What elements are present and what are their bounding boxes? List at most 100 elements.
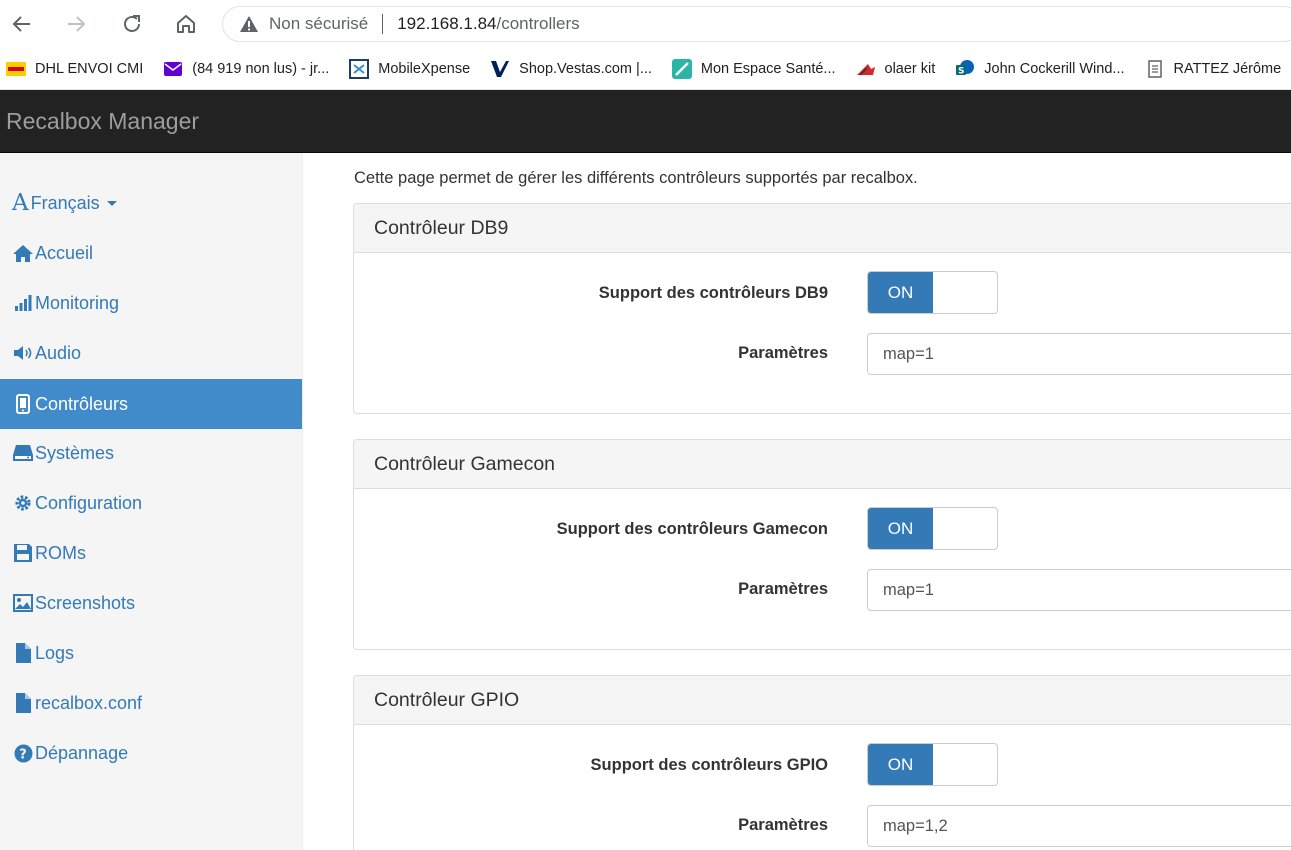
warning-icon <box>239 14 259 34</box>
reload-button[interactable] <box>116 8 148 40</box>
arrow-right-icon <box>68 16 86 32</box>
sidebar-item-systemes[interactable]: Systèmes <box>0 428 302 478</box>
toggle-on-label: ON <box>868 508 933 549</box>
bookmark-label: DHL ENVOI CMI <box>35 60 144 77</box>
arrow-left-icon <box>12 16 30 32</box>
params-label: Paramètres <box>738 816 828 834</box>
sidebar-item-label: Contrôleurs <box>35 393 129 414</box>
bookmark-yahoo-mail[interactable]: (84 919 non lus) - jr... <box>163 59 329 79</box>
sidebar-item-label: Accueil <box>35 242 94 263</box>
volume-icon <box>12 342 34 364</box>
cog-icon <box>12 492 34 514</box>
signal-icon <box>12 292 34 314</box>
brand-link[interactable]: Recalbox Manager <box>6 108 199 135</box>
home-icon <box>12 242 34 264</box>
sidebar-item-controleurs[interactable]: Contrôleurs <box>0 379 302 429</box>
sidebar-item-label: Logs <box>35 642 75 663</box>
sidebar-item-label: ROMs <box>35 542 86 563</box>
db9-support-toggle[interactable]: ON <box>867 271 998 314</box>
caret-down-icon <box>106 200 117 206</box>
document-icon <box>1145 59 1165 79</box>
phone-icon <box>12 393 34 415</box>
panel-gpio: Contrôleur GPIO Support des contrôleurs … <box>353 675 1291 850</box>
health-space-icon <box>671 58 692 79</box>
picture-icon <box>12 592 34 614</box>
panel-gamecon: Contrôleur Gamecon Support des contrôleu… <box>353 439 1291 650</box>
sidebar-item-label: Audio <box>35 342 82 363</box>
db9-params-input[interactable] <box>867 333 1291 375</box>
sidebar-item-screenshots[interactable]: Screenshots <box>0 578 302 628</box>
bookmark-label: Shop.Vestas.com |... <box>519 60 652 77</box>
dhl-icon <box>6 59 26 79</box>
sharepoint-icon: S <box>955 59 975 79</box>
sidebar-item-label: Monitoring <box>35 292 120 313</box>
yahoo-mail-icon <box>163 59 183 79</box>
panel-title: Contrôleur GPIO <box>354 676 1291 725</box>
url-host: 192.168.1.84 <box>397 14 497 33</box>
panel-title: Contrôleur DB9 <box>354 204 1291 253</box>
bookmark-label: MobileXpense <box>378 60 471 77</box>
params-label: Paramètres <box>738 344 828 362</box>
hdd-icon <box>12 442 34 464</box>
gpio-support-toggle[interactable]: ON <box>867 743 998 786</box>
bookmark-label: olaer kit <box>884 60 936 77</box>
back-button[interactable] <box>6 8 38 40</box>
sidebar-item-label: Systèmes <box>35 442 115 463</box>
bookmarks-bar: DHL ENVOI CMI (84 919 non lus) - jr... M… <box>0 48 1291 90</box>
sidebar-item-accueil[interactable]: Accueil <box>0 228 302 278</box>
gpio-params-input[interactable] <box>867 805 1291 847</box>
question-icon: ? <box>12 742 34 764</box>
font-icon: A <box>12 189 29 216</box>
svg-text:S: S <box>958 66 964 76</box>
support-label: Support des contrôleurs GPIO <box>590 756 828 774</box>
toggle-on-label: ON <box>868 272 933 313</box>
file-icon <box>12 692 34 714</box>
bookmark-health-space[interactable]: Mon Espace Santé... <box>671 58 836 79</box>
bookmark-rattez[interactable]: RATTEZ Jérôme <box>1145 59 1282 79</box>
app-navbar: Recalbox Manager <box>0 90 1291 153</box>
omnibox-divider <box>382 14 384 34</box>
bookmark-vestas[interactable]: Shop.Vestas.com |... <box>490 59 652 79</box>
support-label: Support des contrôleurs DB9 <box>598 284 828 302</box>
floppy-icon <box>12 542 34 564</box>
mobilexpense-icon <box>349 58 370 79</box>
bookmark-mobilexpense[interactable]: MobileXpense <box>349 58 471 79</box>
sidebar-item-configuration[interactable]: Configuration <box>0 478 302 528</box>
gamecon-support-toggle[interactable]: ON <box>867 507 998 550</box>
sidebar: A Français Accueil Monitoring Audio Cont… <box>0 153 303 850</box>
gamecon-params-input[interactable] <box>867 569 1291 611</box>
params-label: Paramètres <box>738 580 828 598</box>
bookmark-label: (84 919 non lus) - jr... <box>192 60 330 77</box>
url-path: /controllers <box>496 14 580 33</box>
sidebar-item-label: Configuration <box>35 492 143 513</box>
bookmark-olaer[interactable]: olaer kit <box>856 59 936 79</box>
sidebar-item-audio[interactable]: Audio <box>0 328 302 378</box>
bookmark-john-cockerill[interactable]: S John Cockerill Wind... <box>955 59 1125 79</box>
bookmark-label: John Cockerill Wind... <box>984 60 1125 77</box>
panel-title: Contrôleur Gamecon <box>354 440 1291 489</box>
forward-button[interactable] <box>60 8 92 40</box>
bookmark-dhl[interactable]: DHL ENVOI CMI <box>6 59 143 79</box>
toggle-on-label: ON <box>868 744 933 785</box>
sidebar-item-recalbox-conf[interactable]: recalbox.conf <box>0 678 302 728</box>
panel-db9: Contrôleur DB9 Support des contrôleurs D… <box>353 203 1291 414</box>
sidebar-item-label: recalbox.conf <box>35 692 143 713</box>
address-bar[interactable]: Non sécurisé 192.168.1.84/controllers <box>222 6 1291 42</box>
sidebar-item-label: Screenshots <box>35 592 136 613</box>
language-label: Français <box>30 192 100 213</box>
house-icon <box>177 15 195 33</box>
reload-icon <box>124 15 140 32</box>
svg-text:?: ? <box>19 747 27 762</box>
security-status[interactable]: Non sécurisé <box>269 14 368 34</box>
bookmark-label: Mon Espace Santé... <box>700 60 836 77</box>
sidebar-item-logs[interactable]: Logs <box>0 628 302 678</box>
sidebar-item-label: Dépannage <box>35 742 129 763</box>
sidebar-item-depannage[interactable]: ? Dépannage <box>0 728 302 778</box>
sidebar-item-roms[interactable]: ROMs <box>0 528 302 578</box>
bookmark-label: RATTEZ Jérôme <box>1173 60 1282 77</box>
vestas-icon <box>490 59 510 79</box>
file-icon <box>12 642 34 664</box>
language-dropdown[interactable]: A Français <box>0 178 302 228</box>
home-button[interactable] <box>170 8 202 40</box>
sidebar-item-monitoring[interactable]: Monitoring <box>0 278 302 328</box>
